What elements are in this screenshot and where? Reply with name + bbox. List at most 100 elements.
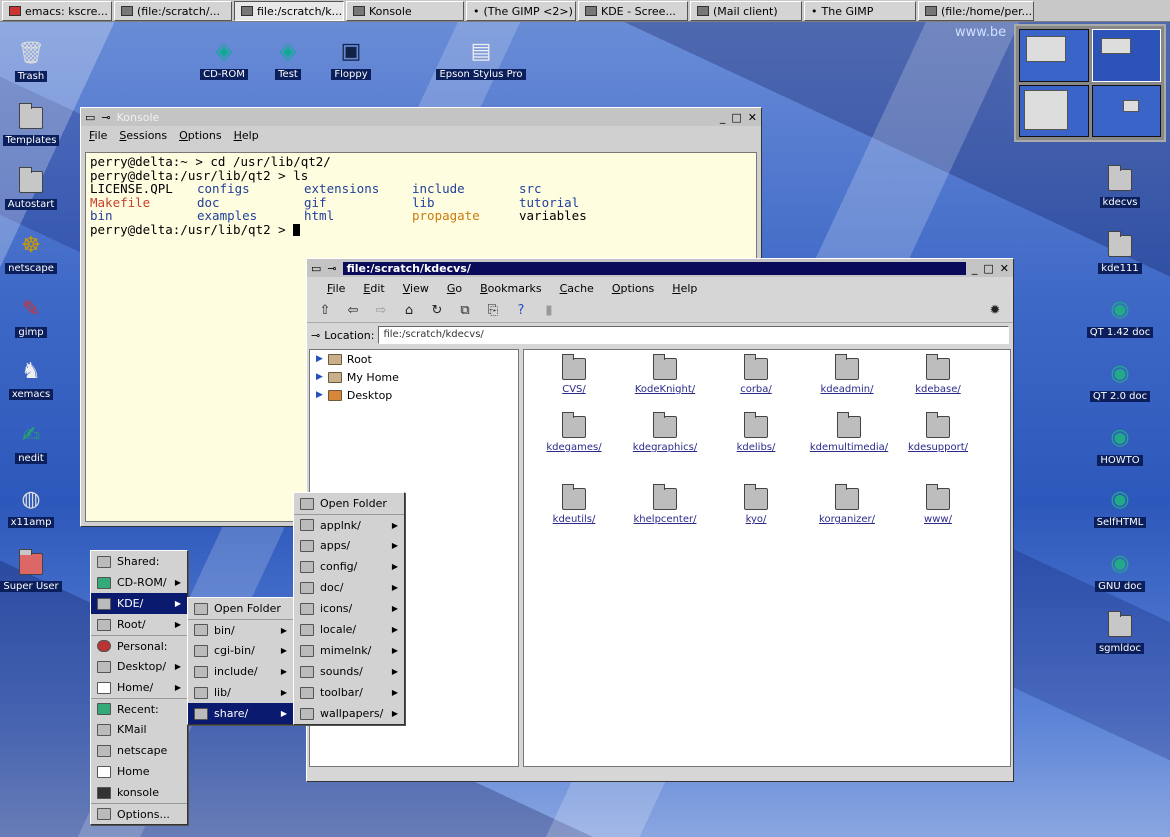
back-arrow-icon[interactable]: ⇦ xyxy=(345,303,361,319)
minimize-icon[interactable]: _ xyxy=(720,111,726,124)
menu-item-open-folder[interactable]: Open Folder xyxy=(188,598,293,619)
menu-view[interactable]: View xyxy=(403,282,429,295)
konqueror-titlebar[interactable]: ▭ ⊸ file:/scratch/kdecvs/ _ □ ✕ xyxy=(307,259,1013,277)
menu-item-kde[interactable]: KDE/▶ xyxy=(91,593,187,614)
desktop-icon-xemacs[interactable]: ♞ xemacs xyxy=(0,358,66,400)
file-item[interactable]: kdemultimedia/ xyxy=(804,412,894,454)
menu-item-locale[interactable]: locale/▶ xyxy=(294,619,404,640)
menu-file[interactable]: File xyxy=(327,282,345,295)
maximize-icon[interactable]: □ xyxy=(983,262,993,275)
menu-bookmarks[interactable]: Bookmarks xyxy=(480,282,541,295)
taskbar-item-file-scratch[interactable]: (file:/scratch/... xyxy=(114,1,232,21)
desktop-icon-printer[interactable]: ▤ Epson Stylus Pro xyxy=(436,38,526,80)
menu-item-cgi-bin[interactable]: cgi-bin/▶ xyxy=(188,640,293,661)
menu-cache[interactable]: Cache xyxy=(560,282,594,295)
menu-item-toolbar[interactable]: toolbar/▶ xyxy=(294,682,404,703)
pin-icon[interactable]: ⊸ xyxy=(101,111,110,124)
file-item[interactable]: kdebase/ xyxy=(895,354,981,396)
desktop-icon-test[interactable]: ◈ Test xyxy=(253,38,323,80)
file-item[interactable]: kdeutils/ xyxy=(531,484,617,526)
menu-edit[interactable]: Edit xyxy=(363,282,384,295)
expand-triangle-icon[interactable]: ▶ xyxy=(316,372,323,382)
close-icon[interactable]: ✕ xyxy=(748,111,757,124)
file-item[interactable]: kdelibs/ xyxy=(713,412,799,454)
taskbar-item-emacs[interactable]: emacs: kscre... xyxy=(2,1,112,21)
minimize-icon[interactable]: _ xyxy=(972,262,978,275)
konsole-titlebar[interactable]: ▭ ⊸ Konsole _ □ ✕ xyxy=(81,108,761,126)
menu-help[interactable]: Help xyxy=(672,282,697,295)
desktop-icon-gnu-doc[interactable]: ◉ GNU doc xyxy=(1085,550,1155,592)
expand-triangle-icon[interactable]: ▶ xyxy=(316,390,323,400)
expand-triangle-icon[interactable]: ▶ xyxy=(316,354,323,364)
desktop-icon-kdecvs[interactable]: kdecvs xyxy=(1085,165,1155,208)
menu-item-share[interactable]: share/▶ xyxy=(188,703,293,724)
menu-item-include[interactable]: include/▶ xyxy=(188,661,293,682)
pin-icon[interactable]: ⊸ xyxy=(327,262,336,275)
file-item[interactable]: www/ xyxy=(895,484,981,526)
desktop-pager[interactable] xyxy=(1014,24,1166,142)
tree-item-root[interactable]: ▶ Root xyxy=(310,350,518,368)
desktop-icon-qt142-doc[interactable]: ◉ QT 1.42 doc xyxy=(1085,296,1155,338)
taskbar-item-gimp2[interactable]: • (The GIMP <2>) xyxy=(466,1,576,21)
pager-desktop-2[interactable] xyxy=(1091,29,1161,82)
desktop-icon-autostart[interactable]: Autostart xyxy=(0,167,66,210)
location-input[interactable]: file:/scratch/kdecvs/ xyxy=(378,326,1009,344)
home-icon[interactable]: ⌂ xyxy=(401,303,417,319)
paste-icon[interactable]: ⎘ xyxy=(485,303,501,319)
menu-item-config[interactable]: config/▶ xyxy=(294,556,404,577)
taskbar-item-konsole[interactable]: Konsole xyxy=(346,1,464,21)
menu-file[interactable]: File xyxy=(89,129,107,142)
menu-item-icons[interactable]: icons/▶ xyxy=(294,598,404,619)
maximize-icon[interactable]: □ xyxy=(731,111,741,124)
pager-desktop-3[interactable] xyxy=(1019,84,1089,137)
menu-sessions[interactable]: Sessions xyxy=(119,129,167,142)
menu-item-open-folder[interactable]: Open Folder xyxy=(294,493,404,514)
taskbar-item-file-home[interactable]: (file:/home/per... xyxy=(918,1,1034,21)
stop-icon[interactable]: ▮ xyxy=(541,303,557,319)
close-icon[interactable]: ✕ xyxy=(1000,262,1009,275)
menu-help[interactable]: Help xyxy=(234,129,259,142)
file-item[interactable]: CVS/ xyxy=(531,354,617,396)
help-icon[interactable]: ? xyxy=(513,303,529,319)
window-menu-icon[interactable]: ▭ xyxy=(85,111,95,124)
menu-item-kmail[interactable]: KMail xyxy=(91,719,187,740)
menu-options[interactable]: Options xyxy=(179,129,221,142)
menu-item-home-app[interactable]: Home xyxy=(91,761,187,782)
desktop-icon-nedit[interactable]: ✍ nedit xyxy=(0,422,66,464)
menu-item-lib[interactable]: lib/▶ xyxy=(188,682,293,703)
file-item[interactable]: kdegraphics/ xyxy=(622,412,708,454)
tree-item-my-home[interactable]: ▶ My Home xyxy=(310,368,518,386)
menu-item-wallpapers[interactable]: wallpapers/▶ xyxy=(294,703,404,724)
pager-desktop-1[interactable] xyxy=(1019,29,1089,82)
menu-item-mimelnk[interactable]: mimelnk/▶ xyxy=(294,640,404,661)
window-menu-icon[interactable]: ▭ xyxy=(311,262,321,275)
file-item[interactable]: KodeKnight/ xyxy=(622,354,708,396)
menu-item-bin[interactable]: bin/▶ xyxy=(188,619,293,640)
file-item[interactable]: khelpcenter/ xyxy=(622,484,708,526)
taskbar-item-konqueror[interactable]: file:/scratch/k... xyxy=(234,1,344,21)
copy-icon[interactable]: ⧉ xyxy=(457,303,473,319)
menu-item-sounds[interactable]: sounds/▶ xyxy=(294,661,404,682)
pager-desktop-4[interactable] xyxy=(1091,84,1161,137)
file-item[interactable]: kdesupport/ xyxy=(895,412,981,454)
desktop-icon-selfhtml[interactable]: ◉ SelfHTML xyxy=(1085,486,1155,528)
desktop-icon-trash[interactable]: 🗑 Trash xyxy=(0,40,66,82)
taskbar-item-mail[interactable]: (Mail client) xyxy=(690,1,802,21)
file-item[interactable]: kyo/ xyxy=(713,484,799,526)
menu-item-apps[interactable]: apps/▶ xyxy=(294,535,404,556)
taskbar-item-gimp[interactable]: • The GIMP xyxy=(804,1,916,21)
desktop-icon-qt20-doc[interactable]: ◉ QT 2.0 doc xyxy=(1085,360,1155,402)
menu-item-home[interactable]: Home/▶ xyxy=(91,677,187,698)
up-arrow-icon[interactable]: ⇧ xyxy=(317,303,333,319)
tree-item-desktop[interactable]: ▶ Desktop xyxy=(310,386,518,404)
menu-item-root[interactable]: Root/▶ xyxy=(91,614,187,635)
menu-go[interactable]: Go xyxy=(447,282,462,295)
desktop-icon-howto[interactable]: ◉ HOWTO xyxy=(1085,424,1155,466)
desktop-icon-kde111[interactable]: kde111 xyxy=(1085,231,1155,274)
menu-item-netscape[interactable]: netscape xyxy=(91,740,187,761)
file-item[interactable]: korganizer/ xyxy=(804,484,890,526)
forward-arrow-icon[interactable]: ⇨ xyxy=(373,303,389,319)
menu-item-desktop[interactable]: Desktop/▶ xyxy=(91,656,187,677)
taskbar-item-kde-screenshot[interactable]: KDE - Scree... xyxy=(578,1,688,21)
menu-item-doc[interactable]: doc/▶ xyxy=(294,577,404,598)
